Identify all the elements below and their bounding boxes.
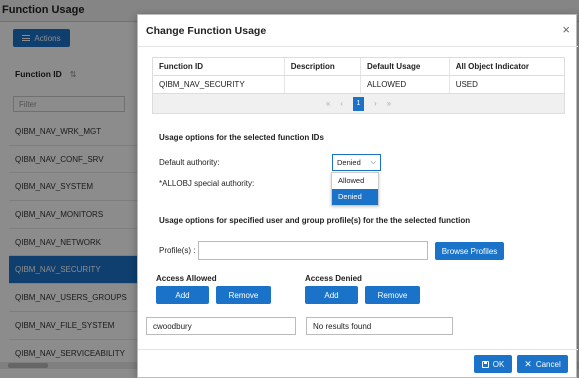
ok-label: OK (492, 359, 505, 369)
col-all-object-indicator[interactable]: All Object Indicator (449, 58, 564, 76)
allowed-remove-button[interactable]: Remove (216, 286, 271, 304)
last-page-button[interactable]: » (387, 99, 391, 108)
profiles-label: Profile(s) : (159, 246, 196, 255)
table-row[interactable]: QIBM_NAV_SECURITY ALLOWED USED (153, 75, 564, 93)
col-default-usage[interactable]: Default Usage (360, 58, 450, 76)
chevron-down-icon: ⌵ (370, 158, 376, 166)
browse-profiles-button[interactable]: Browse Profiles (435, 242, 504, 260)
default-authority-dropdown: Allowed Denied (331, 172, 379, 206)
current-page[interactable]: 1 (353, 96, 364, 111)
cell-all-object-indicator: USED (455, 80, 478, 89)
default-authority-value: Denied (337, 158, 361, 167)
profiles-input[interactable] (198, 241, 428, 260)
denied-remove-button[interactable]: Remove (365, 286, 420, 304)
close-icon[interactable]: × (562, 23, 570, 36)
save-icon (481, 360, 489, 368)
allobj-label: *ALLOBJ special authority: (159, 179, 255, 188)
access-allowed-title: Access Allowed (156, 274, 217, 283)
next-page-button[interactable]: › (374, 99, 377, 108)
first-page-button[interactable]: « (326, 99, 330, 108)
cell-function-id: QIBM_NAV_SECURITY (153, 75, 285, 93)
col-function-id[interactable]: Function ID (153, 58, 285, 76)
usage-options-title: Usage options for the selected function … (159, 133, 324, 142)
allowed-profiles-list[interactable]: cwoodbury (146, 317, 296, 335)
close-icon: ✕ (524, 358, 532, 369)
allowed-add-button[interactable]: Add (156, 286, 209, 304)
cancel-label: Cancel (535, 359, 561, 369)
access-denied-title: Access Denied (305, 274, 362, 283)
denied-add-button[interactable]: Add (305, 286, 358, 304)
denied-profiles-list[interactable]: No results found (306, 317, 453, 335)
cell-description (284, 75, 361, 93)
default-authority-label: Default authority: (159, 158, 220, 167)
dialog-header: Change Function Usage × (138, 15, 578, 47)
cancel-button[interactable]: ✕ Cancel (517, 355, 568, 373)
prev-page-button[interactable]: ‹ (340, 99, 343, 108)
option-allowed[interactable]: Allowed (332, 173, 378, 189)
default-authority-select[interactable]: Denied ⌵ (332, 154, 381, 171)
dialog-footer: OK ✕ Cancel (138, 349, 578, 377)
cell-default-usage: ALLOWED (360, 75, 450, 93)
pagination: « ‹ 1 › » (153, 93, 564, 113)
ok-button[interactable]: OK (474, 355, 512, 373)
change-function-usage-dialog: Change Function Usage × Function ID Desc… (137, 14, 578, 378)
dialog-title: Change Function Usage (146, 25, 267, 37)
option-denied[interactable]: Denied (332, 189, 378, 205)
profile-section-title: Usage options for specified user and gro… (159, 216, 471, 225)
col-description[interactable]: Description (284, 58, 361, 76)
function-table: Function ID Description Default Usage Al… (152, 57, 565, 114)
